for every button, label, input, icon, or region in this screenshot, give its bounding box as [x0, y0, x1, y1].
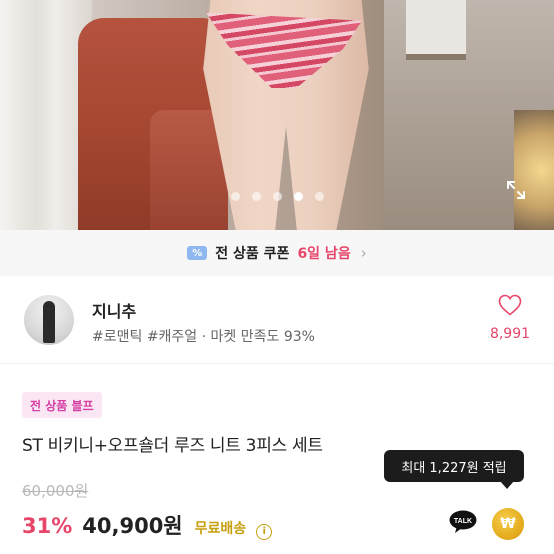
points-tooltip: 최대 1,227원 적립	[384, 450, 524, 482]
original-price: 60,000원	[22, 482, 89, 500]
chevron-right-icon: ›	[360, 244, 367, 262]
photo-lamp	[514, 110, 554, 230]
gallery-dot[interactable]	[251, 192, 261, 201]
promo-badge: 전 상품 블프	[22, 392, 102, 418]
free-shipping-label: 무료배송	[194, 521, 247, 537]
shop-tags: #로맨틱 #캐주얼 · 마켓 만족도 93%	[92, 329, 315, 345]
coupon-label: 전 상품 쿠폰	[215, 246, 290, 262]
gallery-pagination	[0, 192, 554, 201]
coupon-days-left: 6일 남음	[297, 246, 351, 262]
product-image[interactable]	[0, 0, 554, 230]
shop-avatar[interactable]	[24, 295, 74, 345]
kakao-talk-icon[interactable]: TALK	[449, 510, 477, 534]
gallery-dot[interactable]	[272, 192, 282, 201]
heart-icon	[498, 294, 522, 316]
like-count: 8,991	[489, 326, 531, 342]
photo-shelf	[406, 0, 466, 60]
shop-info-row[interactable]: 지니추 #로맨틱 #캐주얼 · 마켓 만족도 93% 8,991	[0, 276, 554, 364]
talk-label: TALK	[454, 518, 472, 525]
gallery-dot-active[interactable]	[293, 192, 303, 201]
shop-name[interactable]: 지니추	[92, 298, 136, 322]
product-title: ST 비키니+오프숄더 루즈 니트 3피스 세트	[22, 436, 323, 456]
expand-icon[interactable]	[504, 178, 528, 202]
discount-rate: 31%	[22, 514, 73, 538]
tooltip-tail	[500, 481, 514, 489]
won-coin-icon[interactable]: ₩	[492, 508, 524, 540]
avatar-figure	[43, 301, 55, 343]
like-button[interactable]: 8,991	[488, 294, 532, 342]
gallery-dot[interactable]	[314, 192, 324, 201]
price-row: 31% 40,900원 무료배송 i	[22, 510, 273, 540]
sale-price: 40,900원	[82, 514, 183, 538]
info-icon[interactable]: i	[256, 523, 273, 540]
coupon-icon: %	[187, 246, 208, 260]
coupon-banner[interactable]: % 전 상품 쿠폰 6일 남음 ›	[0, 230, 554, 276]
gallery-dot[interactable]	[230, 192, 240, 201]
